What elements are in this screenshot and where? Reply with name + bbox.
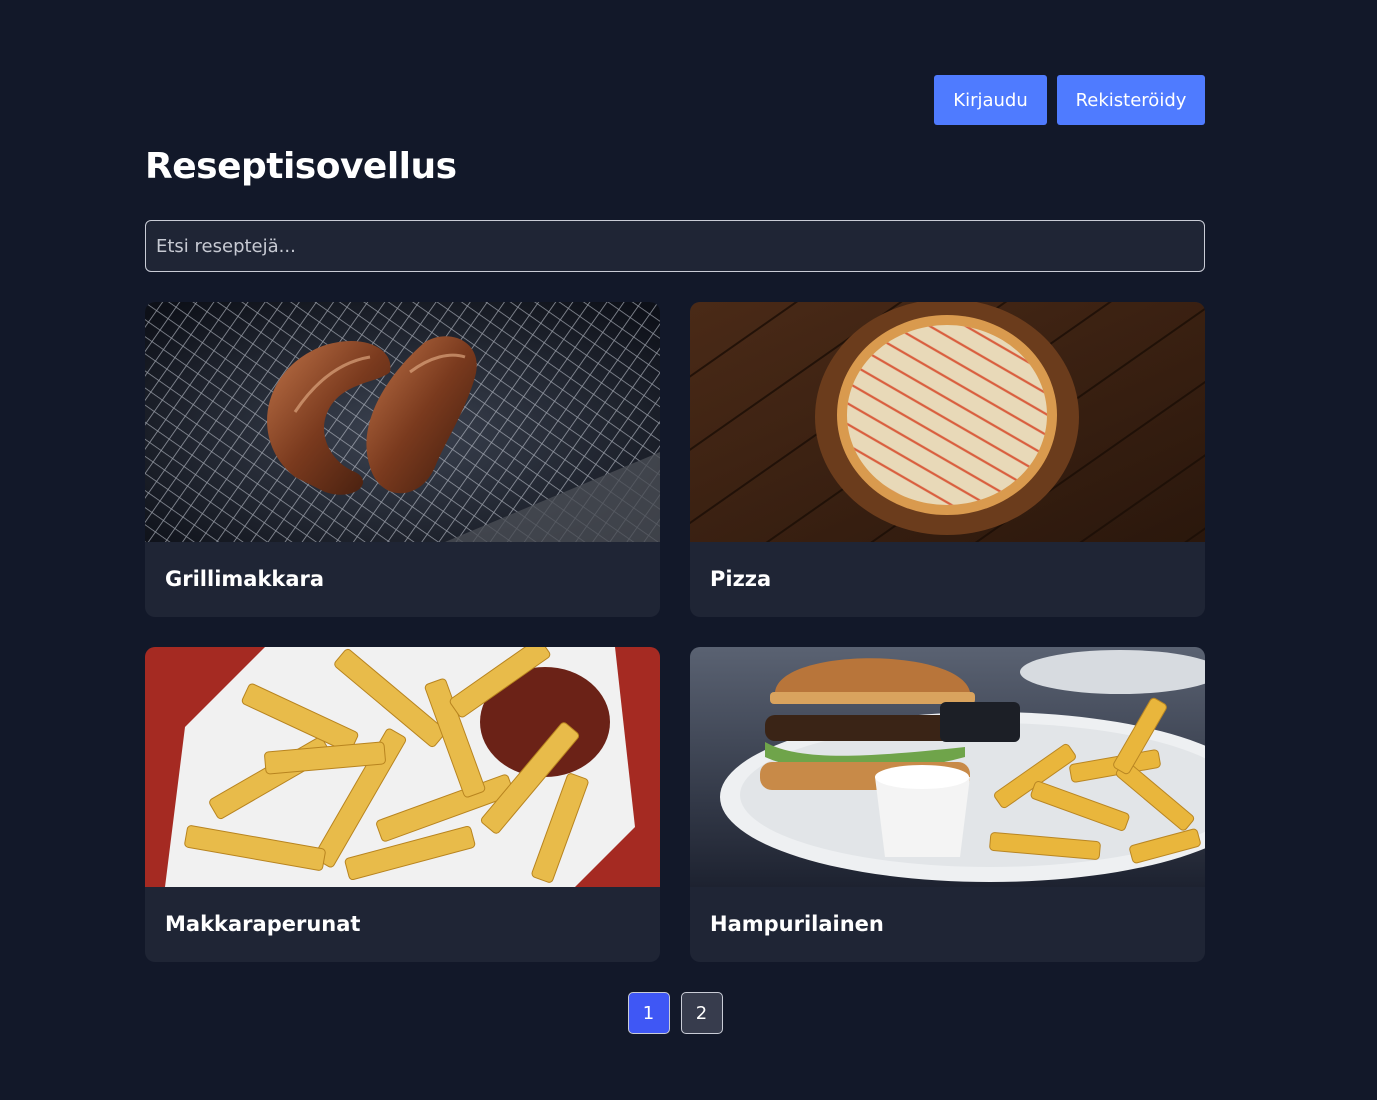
recipe-grid: Grillimakkara Pizza Makkaraperunat Hampu…: [145, 302, 1205, 962]
page-title: Reseptisovellus: [145, 146, 457, 187]
recipe-card[interactable]: Hampurilainen: [690, 647, 1205, 962]
pagination: 1 2: [145, 992, 1205, 1034]
fries-with-sausage-image: [145, 647, 660, 887]
search-input[interactable]: [145, 220, 1205, 272]
pizza-image: [690, 302, 1205, 542]
recipe-card[interactable]: Grillimakkara: [145, 302, 660, 617]
page-button-2[interactable]: 2: [680, 992, 723, 1034]
grilled-sausage-image: [145, 302, 660, 542]
recipe-card[interactable]: Pizza: [690, 302, 1205, 617]
hamburger-image: [690, 647, 1205, 887]
recipe-title: Hampurilainen: [710, 912, 884, 936]
login-button[interactable]: Kirjaudu: [934, 75, 1047, 125]
page-button-1[interactable]: 1: [627, 992, 670, 1034]
page: Kirjaudu Rekisteröidy Reseptisovellus Et…: [0, 0, 1377, 1100]
recipe-title: Makkaraperunat: [165, 912, 361, 936]
register-button[interactable]: Rekisteröidy: [1057, 75, 1205, 125]
recipe-title: Pizza: [710, 567, 772, 591]
auth-bar: Kirjaudu Rekisteröidy: [934, 75, 1205, 125]
recipe-title: Grillimakkara: [165, 567, 325, 591]
recipe-card[interactable]: Makkaraperunat: [145, 647, 660, 962]
